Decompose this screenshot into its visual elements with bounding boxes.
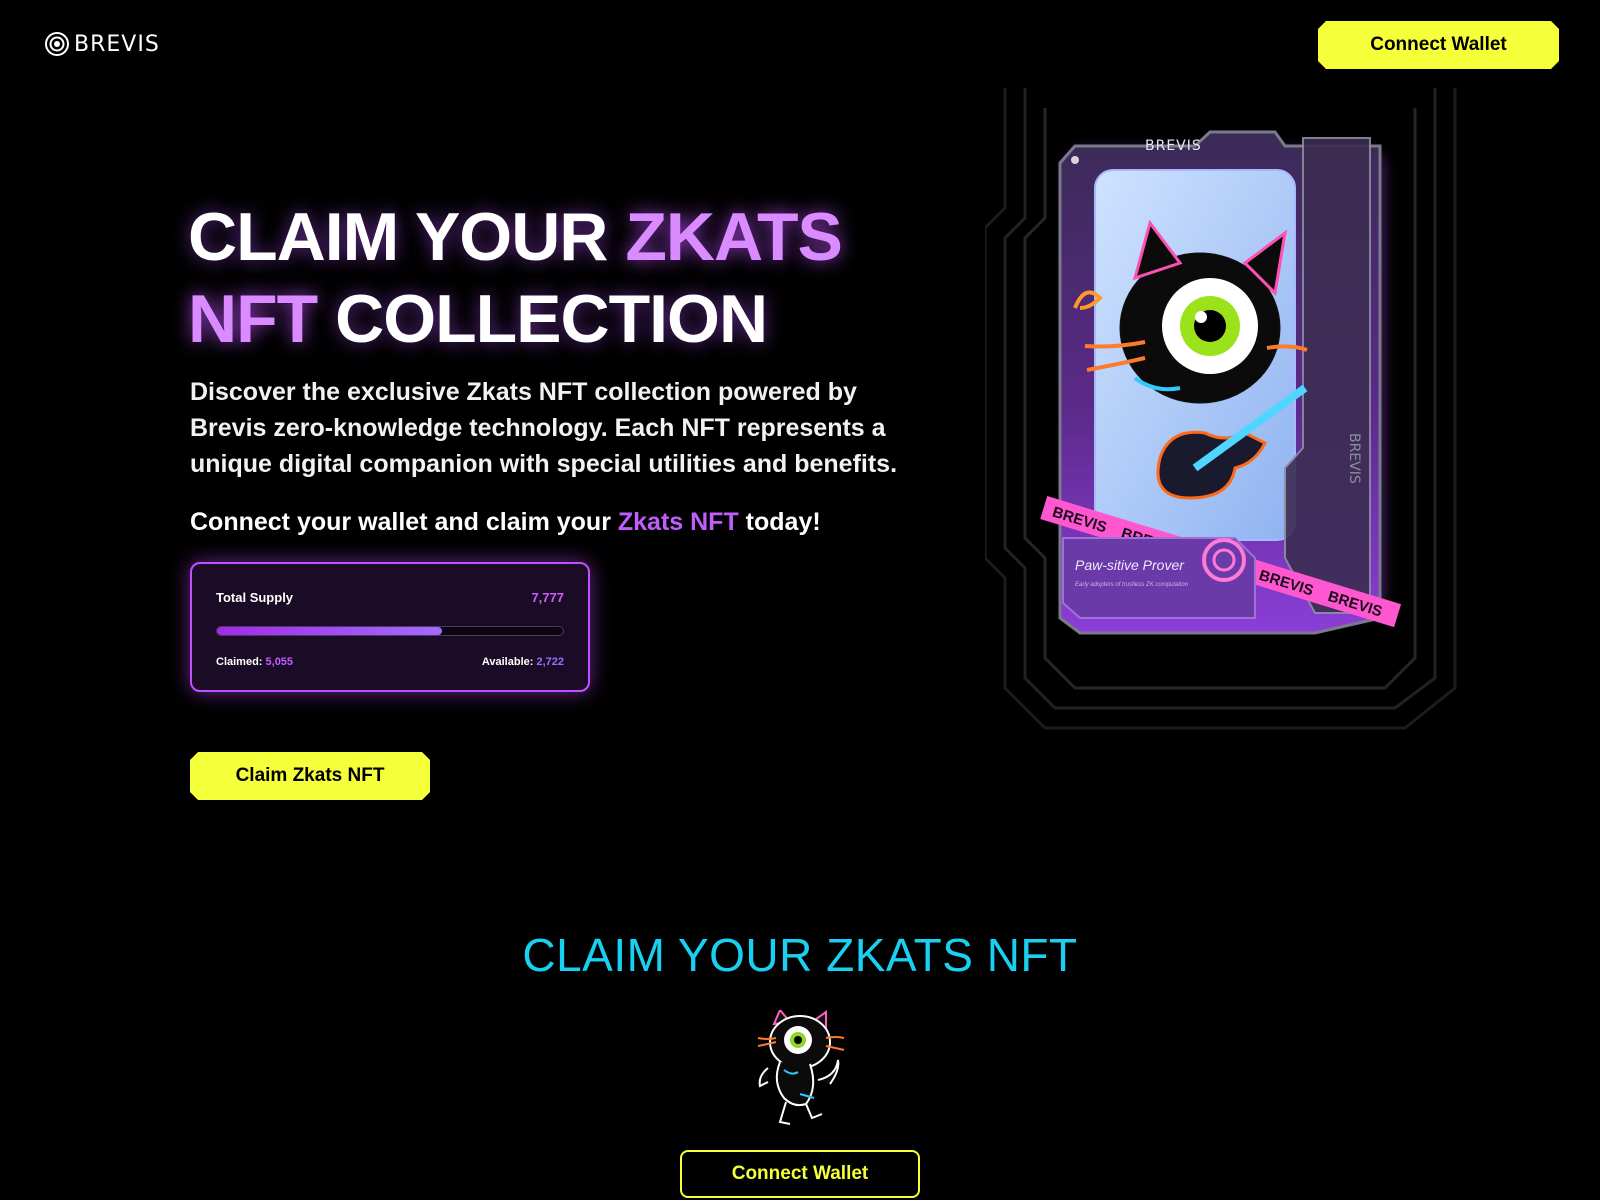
hero-description: Discover the exclusive Zkats NFT collect…	[190, 378, 898, 478]
supply-total: 7,777	[531, 590, 564, 605]
available-value: 2,722	[536, 656, 564, 668]
brevis-logo-icon	[45, 32, 69, 56]
connect-wallet-button[interactable]: Connect Wallet	[1318, 21, 1559, 69]
hero-title-accent: NFT	[188, 281, 318, 357]
hero-title: CLAIM YOUR ZKATS NFT COLLECTION	[188, 196, 843, 360]
supply-header: Total Supply 7,777	[216, 590, 564, 605]
supply-progress-fill	[217, 627, 442, 635]
card-subtitle: Early adopters of trustless ZK computati…	[1075, 582, 1189, 588]
claimed-label: Claimed:	[216, 656, 266, 668]
supply-stats: Claimed: 5,055 Available: 2,722	[216, 656, 564, 668]
brevis-logo[interactable]: BREVIS	[44, 31, 160, 57]
claimed-value: 5,055	[265, 656, 294, 668]
supply-card: Total Supply 7,777 Claimed: 5,055 Availa…	[190, 562, 590, 692]
card-title: Paw-sitive Prover	[1075, 557, 1185, 573]
hero-title-part: CLAIM YOUR	[188, 199, 626, 275]
hero-title-accent: ZKATS	[625, 199, 843, 275]
cta-suffix: today!	[738, 508, 821, 536]
card-brand-top: BREVIS	[1145, 138, 1202, 154]
zkats-mascot-image	[757, 1010, 845, 1125]
available-label: Available:	[481, 656, 537, 668]
hero-cta-text: Connect your wallet and claim your Zkats…	[190, 508, 821, 537]
logo-text: BREVIS	[74, 31, 160, 57]
claimed-stat: Claimed: 5,055	[216, 656, 293, 668]
card-brand-side: BREVIS	[1346, 433, 1362, 484]
available-stat: Available: 2,722	[482, 656, 564, 668]
cta-accent: Zkats NFT	[617, 508, 739, 536]
claim-nft-button[interactable]: Claim Zkats NFT	[190, 752, 430, 800]
nft-card-image: BREVIS BREVIS BREVIS BREVIS BREVIS BREVI…	[985, 88, 1457, 730]
hero-title-part: COLLECTION	[317, 281, 768, 357]
cta-prefix: Connect your wallet and claim your	[190, 508, 618, 536]
supply-label: Total Supply	[216, 590, 294, 605]
connect-wallet-secondary-button[interactable]: Connect Wallet	[680, 1150, 920, 1198]
claim-section-title: CLAIM YOUR ZKATS NFT	[522, 929, 1078, 981]
supply-progress-bar	[216, 626, 564, 636]
